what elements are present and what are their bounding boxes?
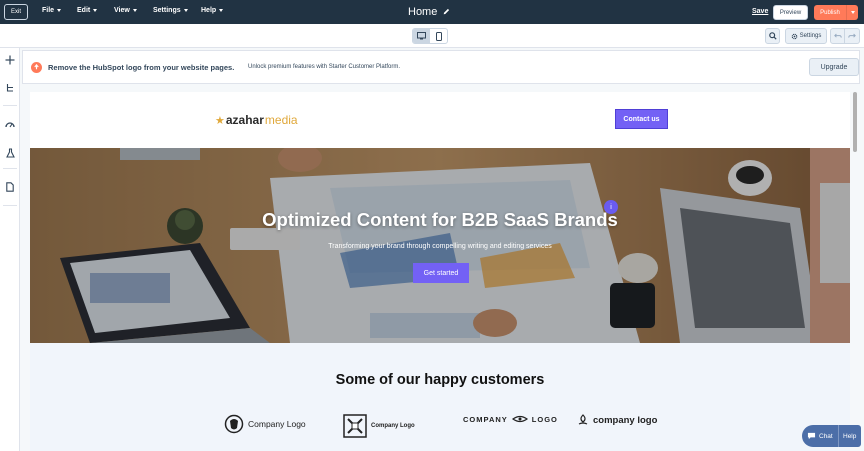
gear-icon	[791, 33, 797, 39]
search-button[interactable]	[765, 28, 780, 44]
customer-logo-text: COMPANY	[463, 414, 508, 424]
customer-logo: company logo	[577, 414, 657, 426]
gauge-icon	[5, 122, 15, 128]
chat-label: Chat	[819, 432, 833, 440]
customer-logo: Company Logo	[224, 414, 306, 434]
layers-button[interactable]	[3, 81, 17, 95]
customer-logo: Company Logo	[343, 414, 415, 438]
mobile-icon	[435, 31, 442, 41]
sidebar-divider	[3, 205, 17, 206]
preview-button[interactable]: Preview	[773, 5, 808, 20]
customer-logo-text: company logo	[593, 414, 658, 426]
site-header: ★ azahar media Contact us	[30, 92, 850, 148]
hero-title: Optimized Content for B2B SaaS Brands	[262, 209, 618, 230]
mobile-view-button[interactable]	[430, 29, 447, 43]
sidebar-divider	[3, 105, 17, 106]
hero-subtitle: Transforming your brand through compelli…	[328, 243, 552, 250]
customer-logo-text-2: LOGO	[531, 414, 558, 424]
leaf-logo-icon	[578, 414, 588, 425]
desktop-icon	[417, 32, 426, 40]
help-label: Help	[843, 432, 857, 440]
chevron-down-icon	[850, 11, 855, 14]
device-toggle	[412, 28, 448, 44]
add-module-button[interactable]	[3, 53, 17, 67]
alert-icon	[31, 62, 42, 73]
upgrade-banner: Remove the HubSpot logo from your websit…	[22, 50, 860, 84]
page-preview: ★ azahar media Contact us Optimized Cont…	[30, 92, 850, 451]
swoosh-logo-icon	[511, 415, 528, 423]
chat-bubble-icon	[807, 432, 816, 440]
menu-edit[interactable]: Edit	[77, 7, 98, 14]
chevron-down-icon	[57, 9, 62, 12]
menu-help-label: Help	[201, 7, 217, 14]
editor-toolbar: Settings	[0, 24, 864, 48]
preview-scrollbar[interactable]	[853, 92, 857, 152]
menu-help[interactable]: Help	[201, 7, 224, 14]
upgrade-button[interactable]: Upgrade	[809, 58, 859, 76]
undo-icon	[833, 33, 842, 38]
menu-view[interactable]: View	[114, 7, 137, 14]
star-icon: ★	[215, 114, 225, 127]
document-icon	[6, 182, 14, 192]
customer-logo: COMPANY LOGO	[463, 414, 558, 424]
left-sidebar	[0, 48, 20, 451]
optimize-button[interactable]	[3, 117, 17, 131]
menu-settings[interactable]: Settings	[153, 7, 188, 14]
page-button[interactable]	[3, 180, 17, 194]
lion-logo-icon	[224, 414, 244, 434]
chat-widget: Chat Help	[802, 425, 861, 447]
page-title: Home	[408, 6, 438, 18]
hero-section: Optimized Content for B2B SaaS Brands Tr…	[30, 148, 850, 343]
settings-button[interactable]: Settings	[785, 28, 827, 44]
settings-label: Settings	[799, 33, 822, 39]
flask-icon	[5, 148, 15, 158]
customer-logo-text: Company Logo	[371, 423, 415, 429]
undo-button[interactable]	[830, 28, 845, 44]
banner-description: Unlock premium features with Starter Cus…	[248, 64, 401, 70]
chevron-down-icon	[93, 9, 98, 12]
help-button[interactable]: Help	[838, 425, 856, 447]
chevron-down-icon	[219, 9, 224, 12]
customers-section: Some of our happy customers Company Logo…	[30, 343, 850, 451]
cross-square-logo-icon	[343, 414, 367, 438]
menu-view-label: View	[114, 7, 130, 14]
redo-button[interactable]	[845, 28, 860, 44]
chevron-down-icon	[132, 9, 137, 12]
chevron-down-icon	[183, 9, 188, 12]
menu-file-label: File	[42, 7, 55, 14]
site-logo[interactable]: ★ azahar media	[215, 113, 298, 127]
logo-text-azahar: azahar	[225, 113, 264, 127]
contact-us-button[interactable]: Contact us	[615, 109, 668, 129]
sidebar-divider	[3, 168, 17, 169]
exit-button[interactable]: Exit	[4, 4, 28, 20]
chat-button[interactable]: Chat	[802, 425, 838, 447]
desktop-view-button[interactable]	[413, 29, 430, 43]
get-started-button[interactable]: Get started	[413, 263, 469, 283]
redo-icon	[848, 33, 856, 38]
customer-logo-text: Company Logo	[248, 419, 306, 429]
info-marker[interactable]: i	[604, 200, 618, 214]
tree-icon	[6, 84, 13, 92]
menu-settings-label: Settings	[153, 7, 181, 14]
banner-title: Remove the HubSpot logo from your websit…	[48, 63, 235, 72]
test-button[interactable]	[3, 146, 17, 160]
publish-options-button[interactable]	[846, 5, 858, 20]
top-navigation-bar: Exit File Edit View Settings Help Home S…	[0, 0, 864, 24]
customers-title: Some of our happy customers	[335, 372, 545, 388]
search-icon	[768, 32, 777, 40]
plus-icon	[5, 55, 15, 65]
edit-pencil-icon[interactable]	[443, 8, 450, 15]
save-button[interactable]: Save	[752, 8, 768, 15]
menu-file[interactable]: File	[42, 7, 62, 14]
menu-edit-label: Edit	[77, 7, 91, 14]
publish-button[interactable]: Publish	[814, 5, 846, 20]
logo-text-media: media	[264, 113, 298, 127]
